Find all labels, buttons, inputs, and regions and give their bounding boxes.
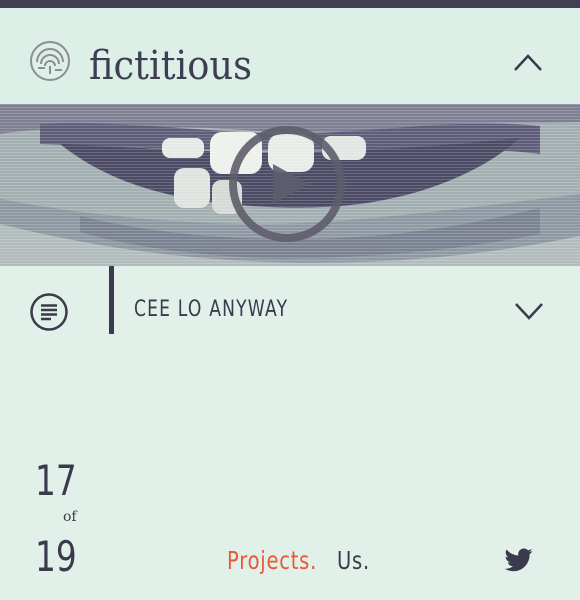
vertical-divider	[109, 266, 114, 334]
top-border-bar	[0, 0, 580, 8]
chevron-down-icon[interactable]	[514, 300, 544, 322]
fingerprint-circle-logo-icon[interactable]	[29, 40, 71, 82]
nav-link-us[interactable]: Us.	[337, 546, 370, 576]
twitter-bird-icon[interactable]	[505, 548, 533, 572]
brand-wordmark[interactable]: fictitious	[89, 42, 252, 90]
chevron-up-icon[interactable]	[512, 50, 544, 74]
track-info-row: CEE LO ANYWAY	[0, 266, 580, 336]
play-circle-icon[interactable]	[227, 124, 347, 244]
project-counter-total: 19	[35, 532, 77, 581]
video-player[interactable]	[0, 104, 580, 266]
site-header: fictitious	[0, 8, 580, 104]
track-title: CEE LO ANYWAY	[134, 297, 289, 322]
project-counter-of: of	[63, 509, 77, 525]
project-counter-current: 17	[35, 456, 77, 505]
list-circle-icon[interactable]	[29, 292, 69, 332]
nav-link-projects[interactable]: Projects.	[227, 546, 317, 576]
